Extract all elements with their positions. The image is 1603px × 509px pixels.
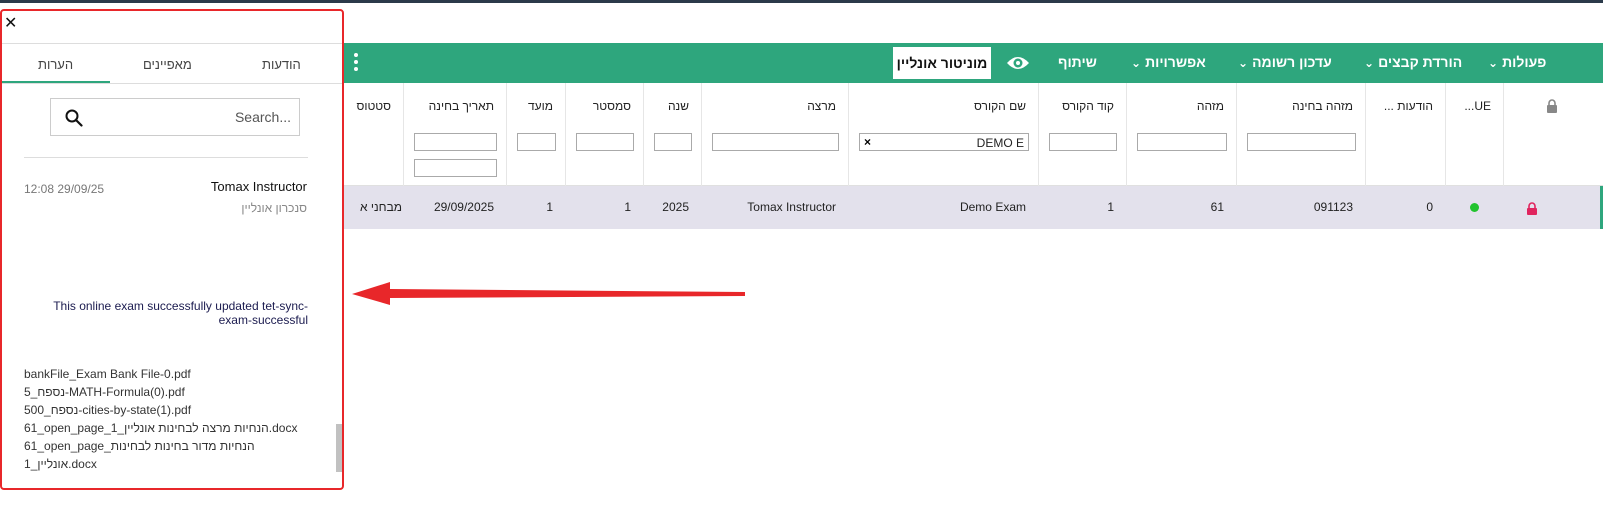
column-title: קוד הקורס [1062,99,1114,113]
column-title: מועד [528,99,553,113]
chevron-down-icon: ⌄ [1131,56,1142,70]
cell-exam-date: 29/09/2025 [433,200,494,214]
column-title: סטטוס [356,99,391,113]
chevron-down-icon: ⌄ [1488,56,1499,70]
grid-header-row: UE... הודעות ... מזהה בחינה מזהה קוד הקו… [340,83,1603,186]
column-title: מזהה [1196,99,1224,113]
tab-notifications[interactable]: הודעות [262,57,301,72]
note-message: This online exam successfully updated te… [53,299,308,327]
exam-date-from-filter[interactable] [414,133,497,151]
column-course-code[interactable]: קוד הקורס [1038,83,1126,186]
semester-filter[interactable] [576,133,634,151]
chevron-down-icon: ⌄ [1238,56,1249,70]
lock-icon [1547,99,1557,113]
column-title: שנה [667,99,689,113]
column-title: UE... [1464,99,1491,113]
column-lock [1503,83,1603,186]
exam-date-to-filter[interactable] [414,159,497,177]
update-list-menu[interactable]: עדכון רשומה⌄ [1238,43,1332,83]
column-title: שם הקורס [974,99,1026,113]
eye-icon[interactable] [1006,53,1030,73]
divider [2,83,342,84]
note-timestamp: 12:08 29/09/25 [24,182,105,196]
share-label: שיתוף [1058,54,1097,70]
search-icon[interactable] [65,109,83,127]
status-dot [1470,203,1479,212]
cell-exam-id: 091123 [1313,200,1353,214]
more-options-icon[interactable] [353,51,359,75]
red-arrow-annotation [352,282,745,305]
column-semester[interactable]: סמסטר [565,83,643,186]
file-item[interactable]: 5_נספח-MATH-Formula(0).pdf [24,383,314,401]
column-exam-id[interactable]: מזהה בחינה [1236,83,1365,186]
actions-label: פעולות [1502,54,1547,70]
column-title: מזהה בחינה [1292,99,1353,113]
term-filter[interactable] [517,133,556,151]
cell-course-name: Demo Exam [959,200,1026,214]
clear-filter-icon[interactable]: × [864,135,871,149]
share-button[interactable]: שיתוף [1058,43,1097,83]
column-title: תאריך בחינה [428,99,494,113]
file-item[interactable]: bankFile_Exam Bank File-0.pdf [24,365,314,383]
attached-files-list: bankFile_Exam Bank File-0.pdf 5_נספח-MAT… [24,365,314,473]
notes-side-panel: ✕ הודעות מאפיינים הערות Tomax Instructor… [0,9,344,490]
download-files-label: הורדת קבצים [1378,54,1463,70]
column-course-name[interactable]: שם הקורס × DEMO E [848,83,1038,186]
column-lecturer[interactable]: מרצה [701,83,848,186]
search-input[interactable] [91,99,291,135]
cell-id: 61 [1210,200,1224,214]
download-files-menu[interactable]: הורדת קבצים⌄ [1364,43,1462,83]
course-name-filter-value: DEMO E [976,136,1024,150]
divider [24,157,308,158]
cell-year: 2025 [662,200,689,214]
column-id[interactable]: מזהה [1126,83,1236,186]
cell-status: מבחני א [360,200,402,214]
file-item[interactable]: 61_open_page_הנחיות מדור בחינות לבחינות [24,437,314,455]
column-title: מרצה [807,99,836,113]
divider [2,43,342,44]
close-icon[interactable]: ✕ [4,13,17,33]
id-filter[interactable] [1137,133,1227,151]
column-status[interactable]: סטטוס [340,83,403,186]
cell-notes: 0 [1426,200,1433,214]
update-list-label: עדכון רשומה [1252,54,1332,70]
year-filter[interactable] [654,133,692,151]
cell-course-code: 1 [1107,200,1114,214]
note-source: סנכרון אונליין [241,201,307,215]
lock-icon[interactable] [1526,202,1538,215]
chevron-down-icon: ⌄ [1364,56,1375,70]
toolbar: פעולות⌄ הורדת קבצים⌄ עדכון רשומה⌄ אפשרוי… [340,43,1603,83]
actions-menu[interactable]: פעולות⌄ [1488,43,1546,83]
exams-grid: פעולות⌄ הורדת קבצים⌄ עדכון רשומה⌄ אפשרוי… [340,43,1603,509]
file-item[interactable]: אונליין_1.docx [24,455,314,473]
window-top-strip [0,0,1603,3]
course-name-filter[interactable]: × DEMO E [859,133,1029,151]
column-year[interactable]: שנה [643,83,701,186]
column-exam-date[interactable]: תאריך בחינה [403,83,506,186]
file-item[interactable]: 500_נספח-cities-by-state(1).pdf [24,401,314,419]
column-term[interactable]: מועד [506,83,565,186]
cell-term: 1 [546,200,553,214]
search-box [50,98,300,136]
tab-properties[interactable]: מאפיינים [143,57,192,72]
table-row[interactable]: 0 091123 61 1 Demo Exam Tomax Instructor… [340,186,1603,229]
column-ue[interactable]: UE... [1445,83,1503,186]
lecturer-filter[interactable] [712,133,839,151]
options-label: אפשרויות [1145,54,1206,70]
column-title: סמסטר [592,99,631,113]
note-author: Tomax Instructor [210,179,307,194]
online-monitor-button[interactable]: מוניטור אונליין [893,47,991,79]
course-code-filter[interactable] [1049,133,1117,151]
exam-id-filter[interactable] [1247,133,1356,151]
tab-comments[interactable]: הערות [38,57,73,72]
cell-lecturer: Tomax Instructor [747,200,836,214]
column-title: הודעות ... [1383,99,1433,113]
file-item[interactable]: 61_open_page_1_הנחיות מרצה לבחינות אונלי… [24,419,314,437]
column-notes[interactable]: הודעות ... [1365,83,1445,186]
options-menu[interactable]: אפשרויות⌄ [1131,43,1206,83]
cell-semester: 1 [624,200,631,214]
scrollbar[interactable] [336,424,342,472]
